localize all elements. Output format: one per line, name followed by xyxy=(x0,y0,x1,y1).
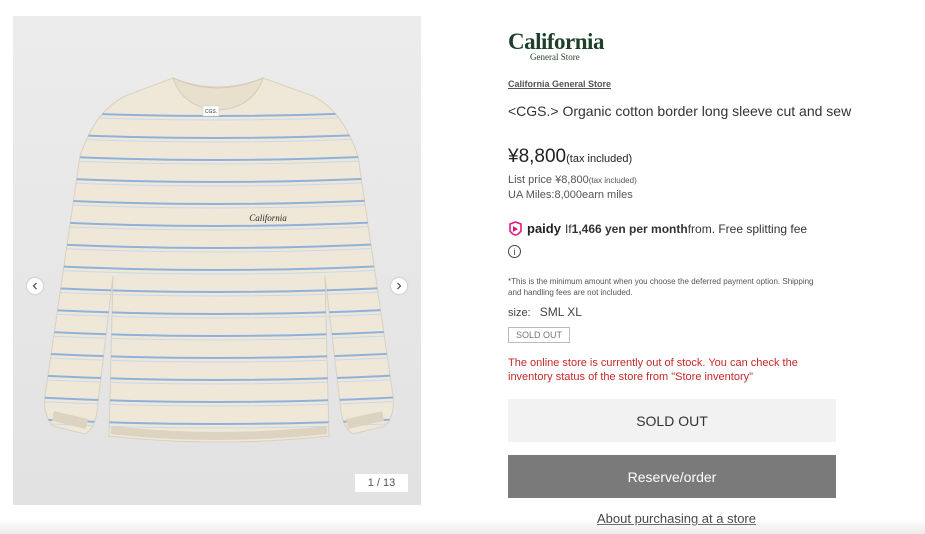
price-tax-label: (tax included) xyxy=(566,153,633,165)
reserve-order-button[interactable]: Reserve/order xyxy=(508,455,836,498)
shirt-tag-text: CGS. xyxy=(205,109,217,115)
brand-logo-sub: General Store xyxy=(530,52,580,62)
chevron-right-icon xyxy=(397,282,402,290)
info-icon[interactable]: i xyxy=(508,245,521,258)
product-title: <CGS.> Organic cotton border long sleeve… xyxy=(508,103,852,119)
size-label: size: xyxy=(508,307,531,319)
paidy-icon xyxy=(509,221,522,236)
list-price-value: List price ¥8,800 xyxy=(508,174,589,186)
installment-amount: 1,466 yen per month xyxy=(571,221,688,236)
shirt-print-text: California xyxy=(249,213,287,223)
paidy-label: paidy xyxy=(527,221,561,236)
payment-note: *This is the minimum amount when you cho… xyxy=(508,277,814,297)
list-price: List price ¥8,800(tax included) xyxy=(508,174,637,186)
brand-logo-main: California xyxy=(508,29,604,54)
installment-prefix: If xyxy=(564,221,572,236)
product-image-gallery[interactable]: CGS. California 1 / 13 xyxy=(13,16,421,505)
sold-out-badge: SOLD OUT xyxy=(508,327,570,343)
product-image: CGS. California xyxy=(44,77,394,443)
size-row: size: SML XL xyxy=(508,305,582,319)
product-price: ¥8,800(tax included) xyxy=(508,146,632,168)
paidy-logo: paidy xyxy=(508,221,561,236)
image-counter: 1 / 13 xyxy=(355,474,408,492)
gallery-next-button[interactable] xyxy=(391,278,407,294)
price-value: ¥8,800 xyxy=(508,146,567,167)
brand-logo[interactable]: California General Store xyxy=(508,29,618,63)
paidy-installment-row: paidy If 1,466 yen per month from. Free … xyxy=(508,221,807,236)
bottom-fade xyxy=(0,520,925,534)
gallery-prev-button[interactable] xyxy=(27,278,43,294)
brand-link[interactable]: California General Store xyxy=(508,79,611,89)
sold-out-button[interactable]: SOLD OUT xyxy=(508,399,836,442)
chevron-left-icon xyxy=(32,282,37,290)
ua-miles: UA Miles:8,000earn miles xyxy=(508,189,633,201)
installment-suffix: from. Free splitting fee xyxy=(687,221,808,236)
stock-message: The online store is currently out of sto… xyxy=(508,357,798,383)
size-values: SML XL xyxy=(539,305,582,319)
list-price-tax: (tax included) xyxy=(588,176,637,185)
